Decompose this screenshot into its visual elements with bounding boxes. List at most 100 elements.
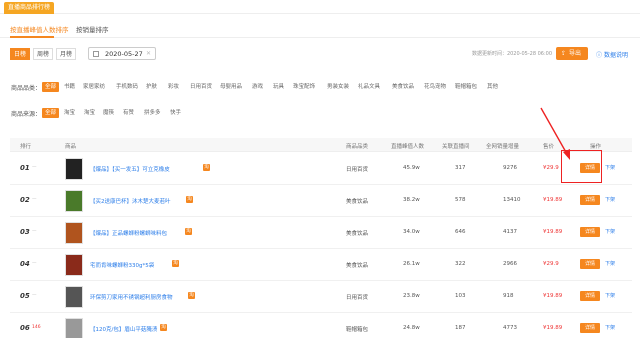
product-thumbnail[interactable] [65,318,83,338]
related-rooms: 578 [455,197,466,203]
annotation-arrow-icon [540,107,570,160]
category-chip[interactable]: 全部 [42,82,60,92]
date-value: 2020-05-27 [105,50,143,58]
category-chip[interactable]: 其他 [487,82,498,92]
tab-sales[interactable]: 按销量排序 [76,24,109,34]
product-thumbnail[interactable] [65,158,83,180]
calendar-icon [93,51,99,57]
category-chip[interactable]: 书籍 [64,82,75,92]
data-help-label: 数据说明 [603,52,628,59]
table-row: 03 — 【爆品】正品螺蛳粉螺蛳味料包 淘 美食饮品 34.0w 646 413… [10,217,632,249]
category-chip[interactable]: 日用百货 [190,82,212,92]
category-chip[interactable]: 美食饮品 [392,82,414,92]
sales-increase: 4137 [503,229,517,235]
table-row: 06 146 【120克/包】眉山平菇腌渍 淘 鞋帽箱包 24.8w 187 4… [10,313,632,338]
source-chip[interactable]: 有赞 [123,108,134,118]
sales-increase: 918 [503,293,514,299]
peak-viewers: 26.1w [403,261,420,267]
source-chip[interactable]: 快手 [170,108,181,118]
more-link[interactable]: 下架 [605,196,615,203]
source-badge-icon: 淘 [172,260,179,267]
source-chip[interactable]: 淘宝 [84,108,95,118]
peak-viewers: 45.9w [403,165,420,171]
detail-button[interactable]: 详情 [580,323,600,333]
product-name[interactable]: 宅而肯味螺蛳粉330g*5袋 [90,261,154,269]
category-chip[interactable]: 男装女装 [327,82,349,92]
period-monthly-button[interactable]: 月榜 [56,48,77,60]
title-bar: 直播商品排行榜 [0,0,640,14]
ranking-tabs: 按直播峰值人数排序 按销量排序 [0,18,640,38]
product-thumbnail[interactable] [65,190,83,212]
period-daily-button[interactable]: 日榜 [10,48,31,60]
table-row: 05 — 环保剪刀家用不锈钢超利厨房食物 淘 日用百货 23.8w 103 91… [10,281,632,313]
column-header-category[interactable]: 商品品类 [346,142,368,150]
table-row: 02 — 【买2送康巴杯】沐木楚大麦若叶 淘 美食饮品 38.2w 578 13… [10,185,632,217]
date-picker[interactable]: 2020-05-27 ✕ [88,47,156,60]
source-chip[interactable]: 魔筷 [103,108,114,118]
product-name[interactable]: 【买2送康巴杯】沐木楚大麦若叶 [90,197,171,205]
export-button[interactable]: ⇪ 导出 [556,47,588,60]
product-category: 日用百货 [346,295,369,301]
category-chip[interactable]: 护肤 [146,82,157,92]
category-chip[interactable]: 母婴用品 [220,82,242,92]
column-header-actions: 操作 [590,144,602,150]
related-rooms: 187 [455,325,466,331]
detail-button[interactable]: 详情 [580,291,600,301]
column-header-sales-increase[interactable]: 全网销量增量 [486,142,519,150]
column-header-peak-viewers[interactable]: 直播峰值人数 [391,142,424,150]
product-thumbnail[interactable] [65,222,83,244]
category-chip[interactable]: 珠宝配饰 [293,82,315,92]
more-link[interactable]: 下架 [605,260,615,267]
tab-peak-viewers[interactable]: 按直播峰值人数排序 [10,24,69,34]
column-header-related-rooms[interactable]: 关联直播间 [442,142,470,150]
related-rooms: 646 [455,229,466,235]
category-chip[interactable]: 家居家纺 [83,82,105,92]
more-link[interactable]: 下架 [605,292,615,299]
more-link[interactable]: 下架 [605,324,615,331]
product-name[interactable]: 【120克/包】眉山平菇腌渍 [90,325,157,333]
clear-date-icon[interactable]: ✕ [146,50,151,57]
category-chip[interactable]: 手机数码 [116,82,138,92]
data-help-link[interactable]: ⓘ 数据说明 [596,50,628,59]
export-icon: ⇪ [561,50,567,57]
product-price: ¥29.9 [543,165,559,171]
rank-change: — [32,261,37,266]
category-chip[interactable]: 鞋帽箱包 [455,82,477,92]
more-link[interactable]: 下架 [605,164,615,171]
product-name[interactable]: 【爆品】【买一发五】可立克橡皮 [90,165,170,173]
category-chip[interactable]: 玩具 [273,82,284,92]
source-badge-icon: 淘 [186,196,193,203]
product-name[interactable]: 环保剪刀家用不锈钢超利厨房食物 [90,293,173,301]
period-weekly-button[interactable]: 周榜 [33,48,54,60]
product-thumbnail[interactable] [65,254,83,276]
active-tab-indicator [10,36,54,38]
product-category: 日用百货 [346,167,369,173]
rank-number: 03 [20,228,30,236]
source-chip[interactable]: 拼多多 [144,108,161,118]
help-icon: ⓘ [596,52,603,59]
product-price: ¥29.9 [543,261,559,267]
sales-increase: 4773 [503,325,517,331]
product-thumbnail[interactable] [65,286,83,308]
source-chip[interactable]: 全部 [42,108,60,118]
category-chip[interactable]: 礼品文具 [358,82,380,92]
category-chip[interactable]: 花鸟宠物 [424,82,446,92]
source-chip[interactable]: 淘宝 [64,108,75,118]
rank-change: — [32,293,37,298]
detail-button[interactable]: 详情 [580,259,600,269]
category-chip[interactable]: 彩妆 [168,82,179,92]
more-link[interactable]: 下架 [605,228,615,235]
table-row: 04 — 宅而肯味螺蛳粉330g*5袋 淘 美食饮品 26.1w 322 296… [10,249,632,281]
column-header-product: 商品 [65,144,77,150]
detail-button[interactable]: 详情 [580,227,600,237]
product-price: ¥19.89 [543,325,563,331]
rank-number: 02 [20,196,30,204]
peak-viewers: 34.0w [403,229,420,235]
rank-change: 146 [32,325,41,330]
product-name[interactable]: 【爆品】正品螺蛳粉螺蛳味料包 [90,229,167,237]
product-category: 美食饮品 [346,199,369,205]
source-badge-icon: 淘 [203,164,210,171]
detail-button[interactable]: 详情 [580,195,600,205]
window-title[interactable]: 直播商品排行榜 [4,2,55,14]
category-chip[interactable]: 游戏 [252,82,263,92]
